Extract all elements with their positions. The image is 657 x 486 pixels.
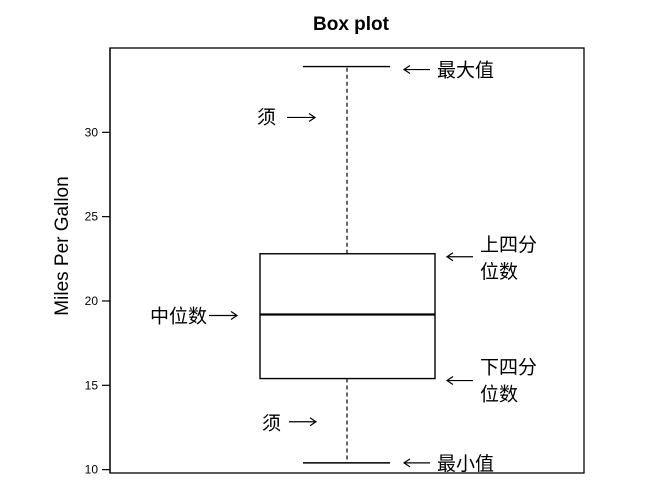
min-arrow — [402, 458, 430, 468]
q3-arrow — [445, 252, 473, 262]
lower-whisker-arrow — [289, 417, 318, 427]
q3-label-line2: 位数 — [480, 261, 518, 283]
max-arrow — [402, 65, 430, 75]
median-arrow — [209, 310, 239, 320]
lower-whisker-label: 须 — [262, 413, 281, 435]
median-label: 中位数 — [150, 305, 207, 327]
y-axis-label: Miles Per Gallon — [52, 176, 73, 315]
max-label: 最大值 — [437, 60, 494, 82]
y-tick-label-25: 25 — [85, 210, 99, 224]
min-label: 最小值 — [437, 453, 494, 475]
q1-label-line2: 位数 — [480, 384, 518, 406]
q3-label-line1: 上四分 — [480, 234, 537, 256]
y-tick-label-10: 10 — [85, 463, 99, 477]
q1-arrow — [445, 376, 473, 386]
box-plot-chart: Box plot Miles Per Gallon 10 15 20 25 30 最大值… — [52, 14, 585, 477]
iqr-box — [259, 253, 436, 380]
upper-whisker-arrow — [287, 112, 317, 122]
q1-label-line1: 下四分 — [480, 357, 537, 379]
y-tick-label-15: 15 — [85, 378, 99, 392]
chart-title: Box plot — [313, 14, 390, 35]
y-tick-label-30: 30 — [85, 125, 99, 139]
upper-whisker-label: 须 — [257, 106, 276, 128]
y-axis-ticks: 10 15 20 25 30 — [85, 125, 110, 477]
box-plot — [259, 65, 436, 464]
y-tick-label-20: 20 — [85, 294, 99, 308]
